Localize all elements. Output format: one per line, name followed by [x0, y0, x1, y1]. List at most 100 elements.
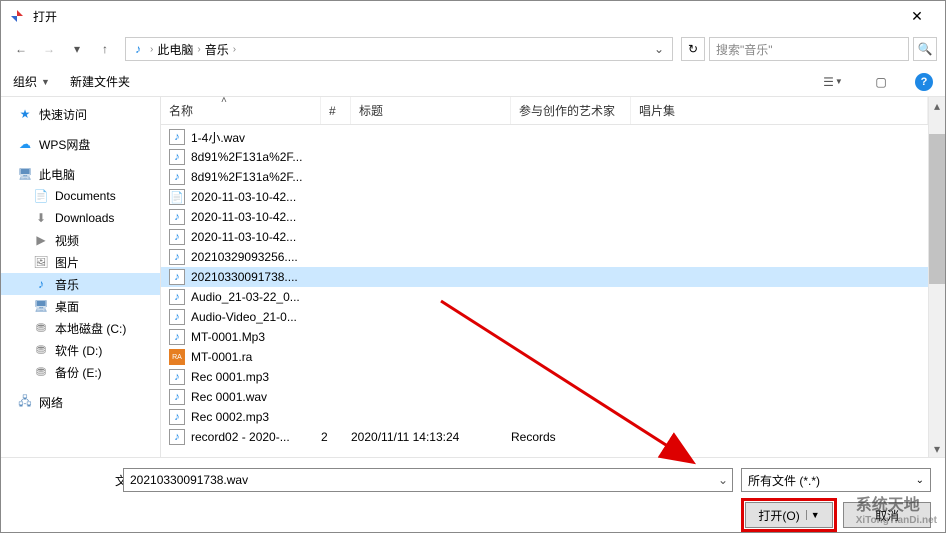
file-name: 2020-11-03-10-42... — [191, 210, 321, 224]
sidebar-item-label: 音乐 — [55, 276, 79, 293]
sidebar-item[interactable]: 🖥此电脑 — [1, 163, 160, 185]
scroll-down-icon[interactable]: ▾ — [929, 440, 945, 457]
file-icon: ♪ — [169, 149, 185, 165]
sidebar-item-label: 本地磁盘 (C:) — [55, 320, 126, 337]
sidebar-item-label: 桌面 — [55, 298, 79, 315]
file-row[interactable]: ♪2020-11-03-10-42... — [161, 207, 928, 227]
chevron-down-icon: ▼ — [41, 77, 50, 87]
file-icon: ♪ — [169, 269, 185, 285]
breadcrumb-sep: › — [150, 44, 153, 55]
sidebar-item-icon: 📄 — [33, 188, 49, 204]
file-icon: ♪ — [169, 409, 185, 425]
search-placeholder: 搜索"音乐" — [716, 41, 902, 58]
sidebar-item[interactable]: ▶视频 — [1, 229, 160, 251]
file-row[interactable]: ♪1-4小.wav — [161, 127, 928, 147]
up-button[interactable]: ↑ — [93, 37, 117, 61]
breadcrumb-segment[interactable]: 音乐 — [205, 41, 229, 58]
file-row[interactable]: ♪8d91%2F131a%2F... — [161, 167, 928, 187]
file-row[interactable]: ♪20210330091738.... — [161, 267, 928, 287]
view-mode-button[interactable]: ☰ ▼ — [819, 71, 847, 93]
sidebar-item-label: 软件 (D:) — [55, 342, 102, 359]
scrollbar-thumb[interactable] — [929, 134, 945, 284]
vertical-scrollbar[interactable]: ▴ ▾ — [928, 97, 945, 457]
sidebar-item[interactable]: ⛃ 本地磁盘 (C:) — [1, 317, 160, 339]
sidebar-item[interactable]: 📄 Documents — [1, 185, 160, 207]
scroll-up-icon[interactable]: ▴ — [929, 97, 945, 114]
sidebar-item[interactable]: 🖧 网络 — [1, 391, 160, 413]
filetype-select[interactable]: 所有文件 (*.*) ⌄ — [741, 468, 931, 492]
file-row[interactable]: RAMT-0001.ra — [161, 347, 928, 367]
sidebar-item-icon: ♪ — [33, 276, 49, 292]
refresh-button[interactable]: ↻ — [681, 37, 705, 61]
file-name: record02 - 2020-... — [191, 430, 321, 444]
file-name: 8d91%2F131a%2F... — [191, 150, 321, 164]
column-artist[interactable]: 参与创作的艺术家 — [511, 97, 631, 124]
help-button[interactable]: ? — [915, 73, 933, 91]
search-input[interactable]: 搜索"音乐" — [709, 37, 909, 61]
sidebar-item[interactable]: ☁WPS网盘 — [1, 133, 160, 155]
column-number[interactable]: # — [321, 97, 351, 124]
file-row[interactable]: ♪Audio_21-03-22_0... — [161, 287, 928, 307]
search-button[interactable]: 🔍 — [913, 37, 937, 61]
file-row[interactable]: ♪Rec 0001.mp3 — [161, 367, 928, 387]
preview-pane-button[interactable]: ▢ — [867, 71, 895, 93]
new-folder-button[interactable]: 新建文件夹 — [70, 73, 130, 90]
forward-button[interactable]: → — [37, 37, 61, 61]
sidebar-item[interactable]: 🖥桌面 — [1, 295, 160, 317]
sidebar-item-icon: 🖧 — [17, 394, 33, 410]
back-button[interactable]: ← — [9, 37, 33, 61]
file-icon: ♪ — [169, 129, 185, 145]
sidebar-item[interactable]: ⛃备份 (E:) — [1, 361, 160, 383]
sidebar-item-icon: 🖼 — [33, 254, 49, 270]
sidebar-item[interactable]: ⛃软件 (D:) — [1, 339, 160, 361]
column-album[interactable]: 唱片集 — [631, 97, 928, 124]
sidebar-item-label: 快速访问 — [39, 106, 87, 123]
column-name[interactable]: 名称 — [161, 97, 321, 124]
file-name: MT-0001.ra — [191, 350, 321, 364]
sidebar-item-icon: ▶ — [33, 232, 49, 248]
window-title: 打开 — [33, 8, 897, 25]
close-button[interactable]: ✕ — [897, 1, 937, 31]
sidebar-item[interactable]: ★ 快速访问 — [1, 103, 160, 125]
file-icon: ♪ — [169, 369, 185, 385]
sidebar-item-label: 网络 — [39, 394, 63, 411]
sidebar-item-label: Documents — [55, 189, 116, 203]
file-row[interactable]: ♪Rec 0002.mp3 — [161, 407, 928, 427]
sidebar-item-icon: ★ — [17, 106, 33, 122]
sidebar-item-label: 此电脑 — [39, 166, 75, 183]
open-dropdown-icon[interactable]: ▼ — [806, 510, 820, 520]
sidebar-item-icon: ⬇ — [33, 210, 49, 226]
sidebar-item[interactable]: ⬇ Downloads — [1, 207, 160, 229]
navigation-sidebar: ★ 快速访问 ☁WPS网盘 🖥此电脑 📄 Documents ⬇ Downloads ▶视频🖼图… — [1, 97, 161, 457]
file-name: Rec 0001.wav — [191, 390, 321, 404]
file-row[interactable]: ♪20210329093256.... — [161, 247, 928, 267]
file-row[interactable]: ♪Rec 0001.wav — [161, 387, 928, 407]
sidebar-item-label: Downloads — [55, 211, 114, 225]
chevron-down-icon: ⌄ — [916, 475, 924, 486]
filename-label: 文件名(N): — [15, 472, 115, 489]
breadcrumb-sep: › — [233, 44, 236, 55]
filename-input[interactable] — [124, 469, 714, 491]
address-dropdown[interactable]: ⌄ — [650, 42, 668, 56]
file-icon: ♪ — [169, 249, 185, 265]
chevron-down-icon: ▼ — [835, 77, 843, 86]
filename-dropdown-icon[interactable]: ⌄ — [714, 473, 732, 487]
file-row[interactable]: ♪ 8d91%2F131a%2F... — [161, 147, 928, 167]
file-row[interactable]: ♪MT-0001.Mp3 — [161, 327, 928, 347]
file-name: Audio_21-03-22_0... — [191, 290, 321, 304]
file-row[interactable]: 📄2020-11-03-10-42... — [161, 187, 928, 207]
organize-menu[interactable]: 组织 ▼ — [13, 73, 50, 90]
address-bar[interactable]: ♪ › 此电脑 › 音乐 › ⌄ — [125, 37, 673, 61]
history-dropdown[interactable]: ▾ — [65, 37, 89, 61]
open-button[interactable]: 打开(O) ▼ — [745, 502, 833, 528]
file-icon: 📄 — [169, 189, 185, 205]
column-title[interactable]: 标题 — [351, 97, 511, 124]
breadcrumb-segment[interactable]: 此电脑 — [157, 41, 193, 58]
breadcrumb-sep: › — [197, 44, 200, 55]
sidebar-item-icon: ⛃ — [33, 320, 49, 336]
sidebar-item[interactable]: 🖼图片 — [1, 251, 160, 273]
file-row[interactable]: ♪2020-11-03-10-42... — [161, 227, 928, 247]
file-row[interactable]: ♪Audio-Video_21-0... — [161, 307, 928, 327]
file-row[interactable]: ♪record02 - 2020-...22020/11/11 14:13:24… — [161, 427, 928, 447]
sidebar-item[interactable]: ♪ 音乐 — [1, 273, 160, 295]
